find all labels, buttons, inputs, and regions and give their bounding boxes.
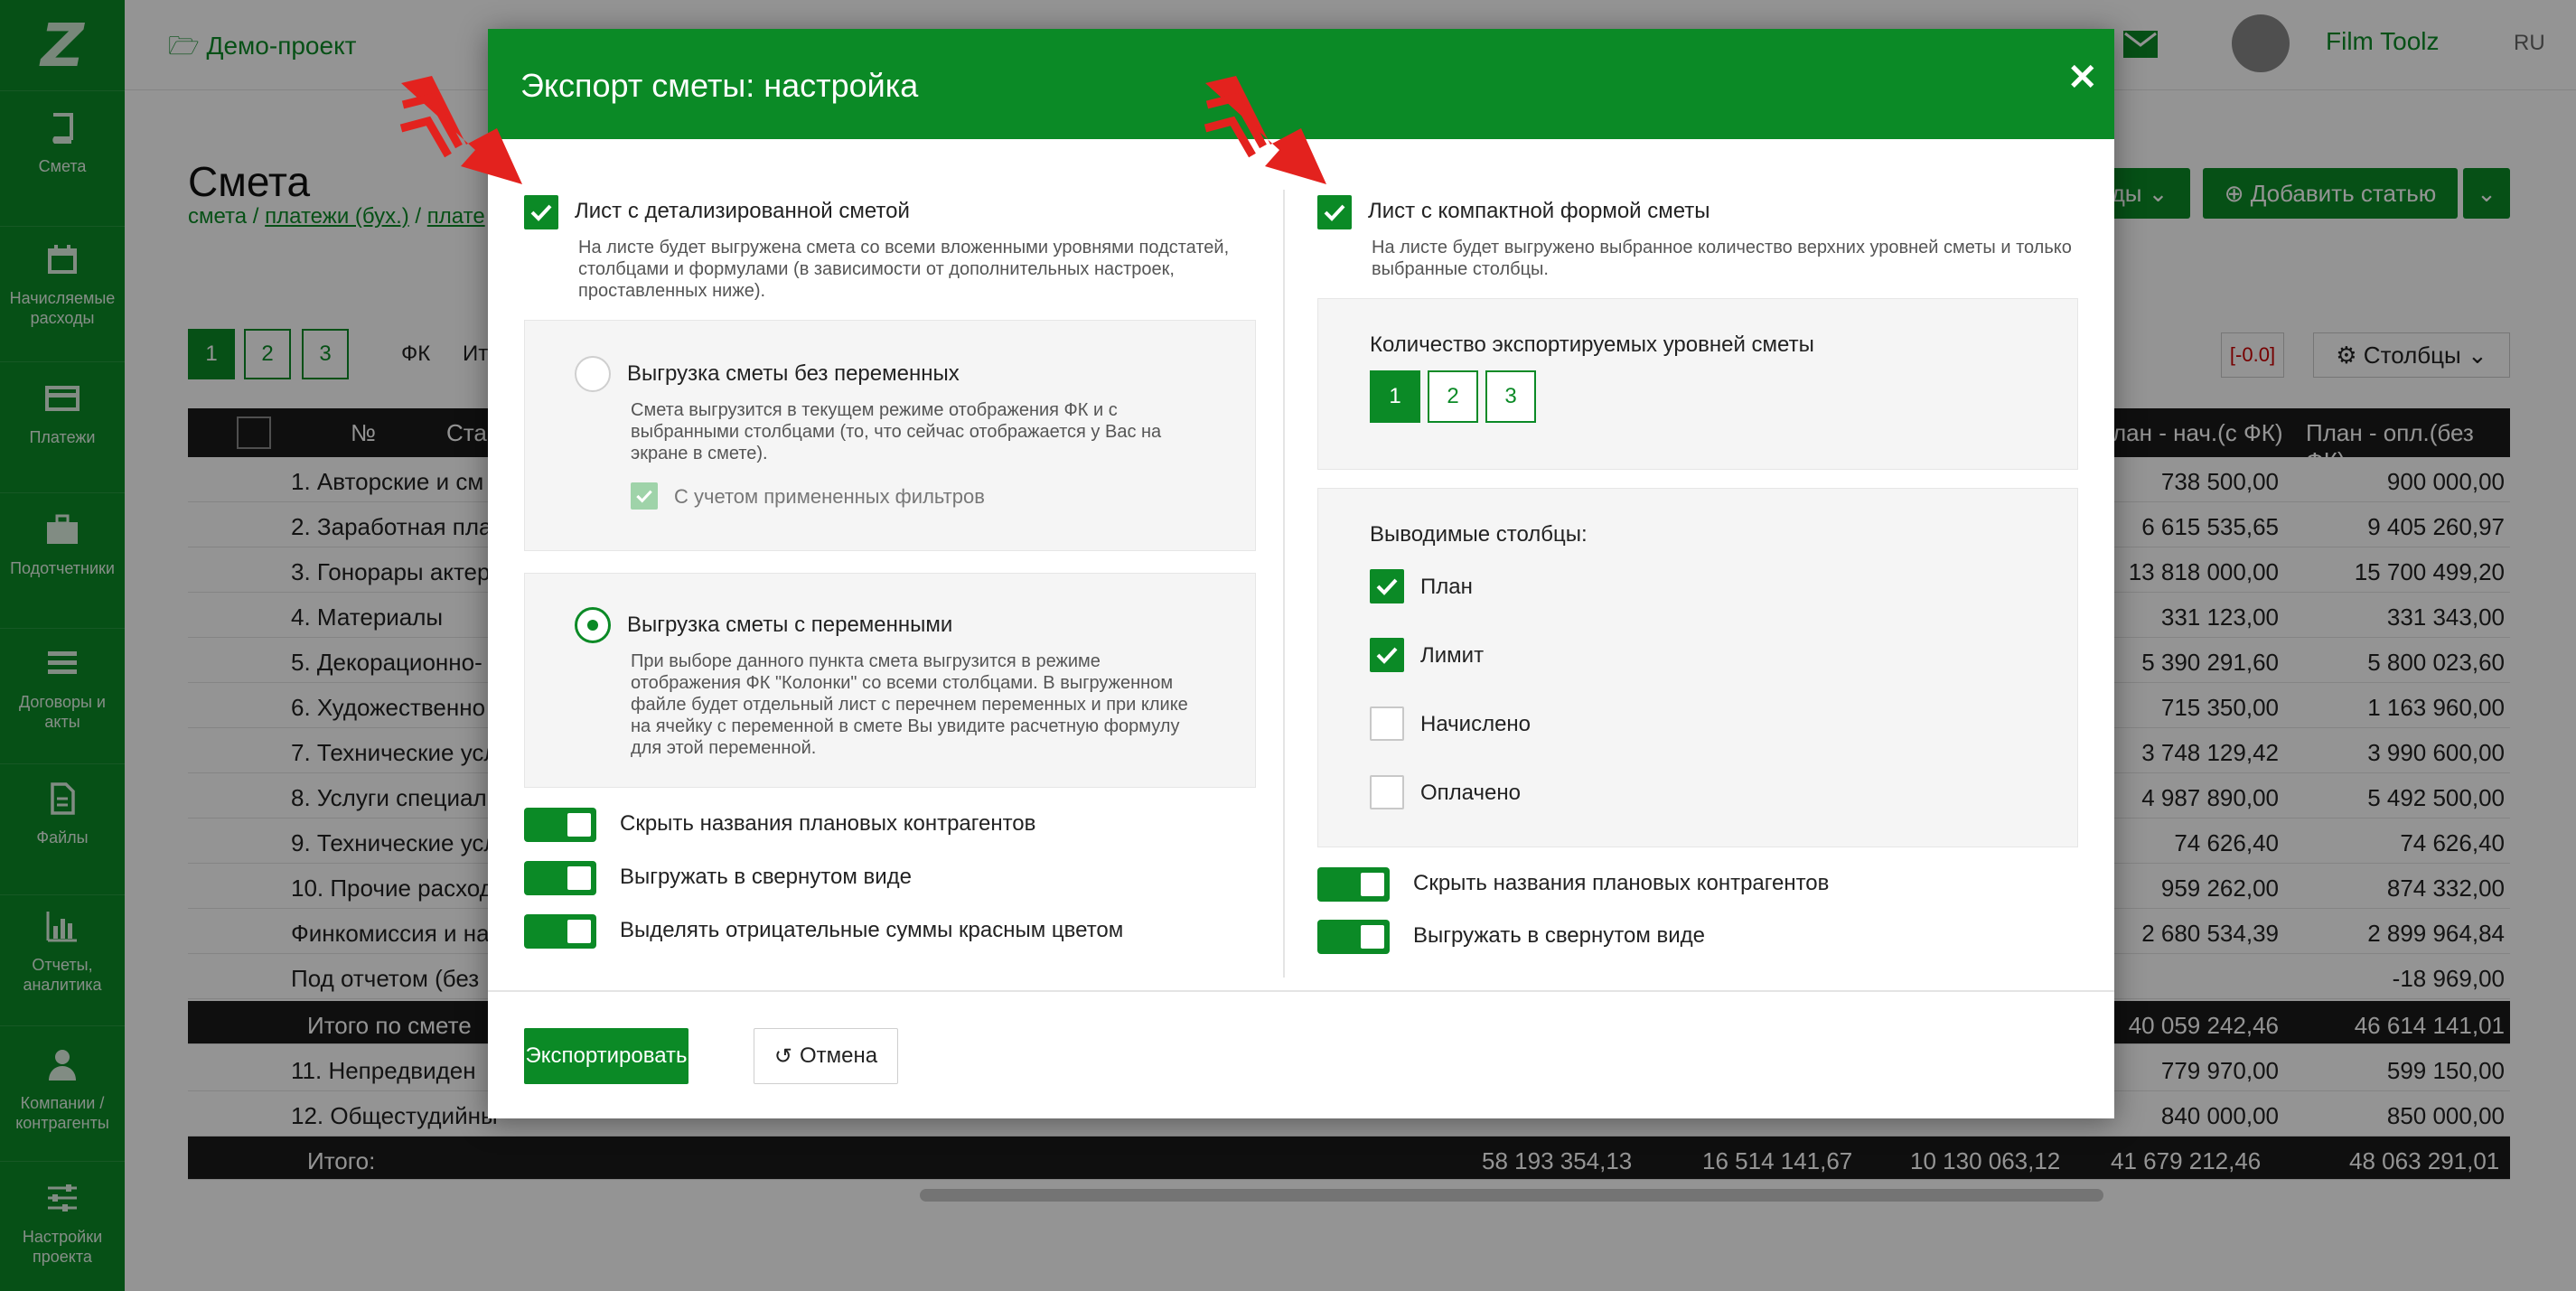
footer-divider [488, 990, 2114, 992]
detailed-sheet-checkbox[interactable] [524, 195, 558, 229]
modal-title: Экспорт сметы: настройка [520, 67, 919, 104]
radio-no-variables-label: Выгрузка сметы без переменных [627, 361, 960, 386]
detailed-sheet-desc: На листе будет выгружена смета со всеми … [578, 238, 1230, 301]
right-collapsed-view-toggle[interactable] [1317, 920, 1390, 954]
column-limit-checkbox[interactable] [1370, 638, 1404, 672]
collapsed-view-label: Выгружать в свернутом виде [620, 865, 912, 889]
compact-sheet-checkbox[interactable] [1317, 195, 1352, 229]
column-paid-checkbox[interactable] [1370, 775, 1404, 809]
column-paid-label: Оплачено [1420, 781, 1521, 805]
radio-no-variables-desc: Смета выгрузится в текущем режиме отобра… [631, 400, 1162, 463]
column-divider [1283, 190, 1285, 978]
right-hide-contractors-label: Скрыть названия плановых контрагентов [1413, 871, 1830, 895]
column-plan-label: План [1420, 575, 1473, 599]
close-icon[interactable]: ✕ [2067, 60, 2098, 96]
collapsed-view-toggle[interactable] [524, 861, 596, 895]
arrow-annotation-left [396, 56, 531, 192]
negative-red-label: Выделять отрицательные суммы красным цве… [620, 918, 1124, 942]
right-collapsed-view-label: Выгружать в свернутом виде [1413, 923, 1705, 948]
right-hide-contractors-toggle[interactable] [1317, 867, 1390, 902]
level-1-button[interactable]: 1 [1370, 370, 1420, 423]
negative-red-toggle[interactable] [524, 914, 596, 949]
applied-filters-checkbox[interactable] [631, 482, 658, 510]
cancel-button[interactable]: ↺ Отмена [754, 1028, 898, 1084]
column-accrued-label: Начислено [1420, 712, 1532, 736]
arrow-annotation-right [1200, 56, 1335, 192]
hide-contractors-label: Скрыть названия плановых контрагентов [620, 811, 1036, 836]
compact-sheet-label: Лист с компактной формой сметы [1368, 199, 1710, 223]
radio-with-variables-desc: При выборе данного пункта смета выгрузит… [631, 651, 1188, 758]
radio-with-variables-label: Выгрузка сметы с переменными [627, 613, 953, 637]
level-3-button[interactable]: 3 [1485, 370, 1536, 423]
hide-contractors-toggle[interactable] [524, 808, 596, 842]
export-modal: Экспорт сметы: настройка ✕ Лист с детали… [488, 29, 2114, 1118]
radio-with-variables[interactable] [575, 607, 611, 643]
export-button[interactable]: Экспортировать [524, 1028, 688, 1084]
columns-label: Выводимые столбцы: [1370, 522, 1588, 547]
levels-label: Количество экспортируемых уровней сметы [1370, 332, 1814, 357]
radio-no-variables[interactable] [575, 356, 611, 392]
compact-sheet-desc: На листе будет выгружено выбранное колич… [1372, 238, 2072, 279]
detailed-sheet-label: Лист с детализированной сметой [575, 199, 910, 223]
column-accrued-checkbox[interactable] [1370, 706, 1404, 741]
level-2-button[interactable]: 2 [1428, 370, 1478, 423]
column-limit-label: Лимит [1420, 643, 1485, 668]
column-plan-checkbox[interactable] [1370, 569, 1404, 603]
undo-icon: ↺ [773, 1043, 792, 1069]
applied-filters-label: С учетом примененных фильтров [674, 485, 985, 508]
cancel-label: Отмена [800, 1043, 878, 1068]
